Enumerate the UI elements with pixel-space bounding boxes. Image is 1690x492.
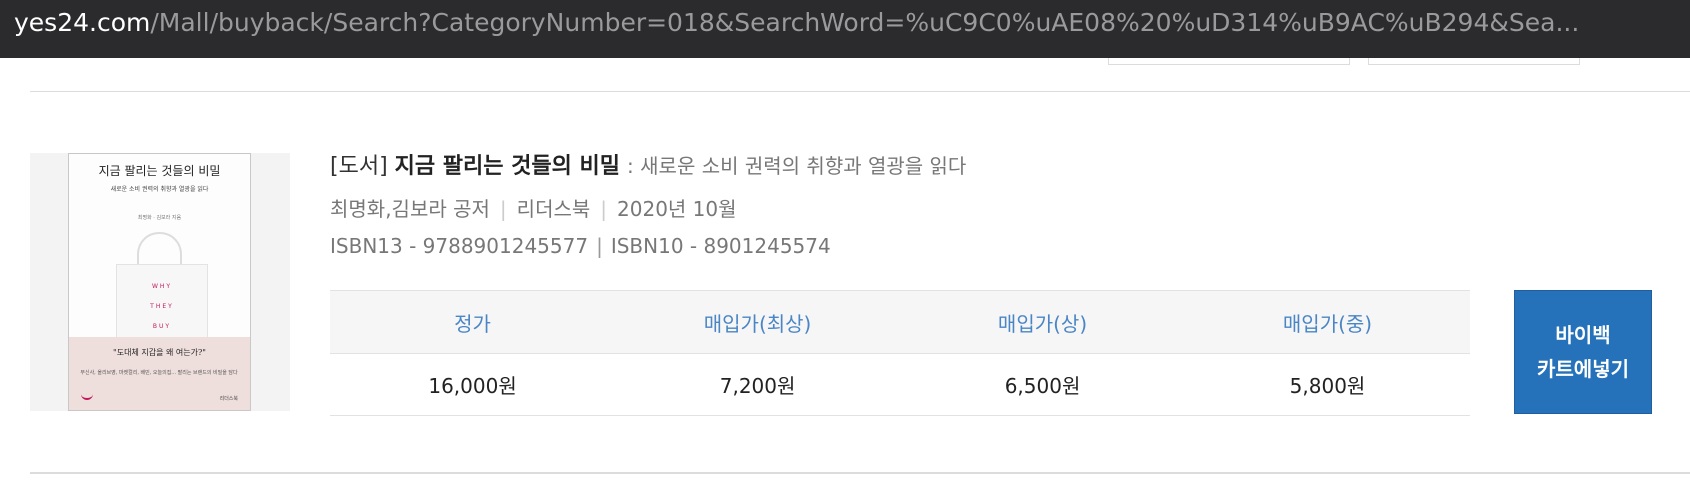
button-label-line2: 카트에넣기	[1537, 357, 1629, 381]
header-buy-fair: 매입가(중)	[1185, 290, 1470, 354]
price-table: 정가 매입가(최상) 매입가(상) 매입가(중) 16,000원 7,200원 …	[330, 290, 1470, 416]
bag-word: THEY	[150, 303, 174, 310]
list-price: 16,000원	[330, 353, 616, 416]
separator: |	[596, 234, 603, 258]
book-title-link[interactable]: 지금 팔리는 것들의 비밀	[395, 154, 620, 179]
separator: |	[499, 197, 507, 221]
address-bar[interactable]: yes24.com/Mall/buyback/Search?CategoryNu…	[0, 0, 1690, 58]
book-date: 2020년 10월	[617, 197, 737, 221]
price-value-row: 16,000원 7,200원 6,500원 5,800원	[330, 353, 1470, 416]
header-buy-best: 매입가(최상)	[615, 290, 901, 354]
cover-title: 지금 팔리는 것들의 비밀	[98, 164, 221, 178]
price-header-row: 정가 매입가(최상) 매입가(상) 매입가(중)	[330, 290, 1470, 354]
buy-price-best: 7,200원	[615, 353, 901, 416]
cover-quote: "도대체 지갑을 왜 여는가?"	[113, 348, 206, 357]
header-buy-good: 매입가(상)	[900, 290, 1186, 354]
book-subtitle: : 새로운 소비 권력의 취향과 열광을 읽다	[627, 154, 967, 178]
separator: |	[600, 197, 608, 221]
top-fragment-box	[1368, 58, 1580, 65]
buyback-add-to-cart-button[interactable]: 바이백 카트에넣기	[1514, 290, 1652, 414]
isbn10: ISBN10 - 8901245574	[610, 234, 831, 258]
cover-blurb: 무신사, 올리브영, 마켓컬리, 배민, 오늘의집... 팔리는 브랜드의 비밀…	[80, 370, 238, 376]
buy-price-fair: 5,800원	[1185, 353, 1470, 416]
book-authors[interactable]: 최명화,김보라 공저	[330, 197, 490, 221]
book-category: [도서]	[330, 154, 388, 179]
cover-subtitle: 새로운 소비 권력의 취향과 열광을 읽다	[110, 186, 209, 193]
buy-price-good: 6,500원	[900, 353, 1186, 416]
bag-word: BUY	[152, 323, 172, 330]
book-cover-image[interactable]: 지금 팔리는 것들의 비밀 새로운 소비 권력의 취향과 열광을 읽다 최명화 …	[68, 153, 251, 411]
book-publisher[interactable]: 리더스북	[517, 197, 591, 221]
button-label-line1: 바이백	[1555, 323, 1611, 347]
divider	[30, 472, 1690, 474]
divider	[30, 91, 1690, 92]
cover-publisher: 리더스북	[219, 396, 238, 402]
header-list-price: 정가	[330, 290, 616, 354]
cover-author: 최명화 · 김보라 지음	[137, 215, 182, 221]
url-host: yes24.com	[14, 8, 151, 37]
book-meta: 최명화,김보라 공저 | 리더스북 | 2020년 10월	[330, 193, 737, 222]
bag-word: WHY	[151, 283, 173, 290]
url-path: /Mall/buyback/Search?CategoryNumber=018&…	[150, 8, 1580, 37]
isbn13: ISBN13 - 9788901245577	[330, 234, 589, 258]
cover-band: "도대체 지갑을 왜 여는가?" 무신사, 올리브영, 마켓컬리, 배민, 오늘…	[69, 337, 250, 410]
book-isbn: ISBN13 - 9788901245577 | ISBN10 - 89012455…	[330, 234, 831, 258]
top-fragment-box	[1108, 58, 1350, 65]
book-title-line: [도서] 지금 팔리는 것들의 비밀 : 새로운 소비 권력의 취향과 열광을 …	[330, 148, 966, 180]
smile-icon	[81, 392, 93, 400]
